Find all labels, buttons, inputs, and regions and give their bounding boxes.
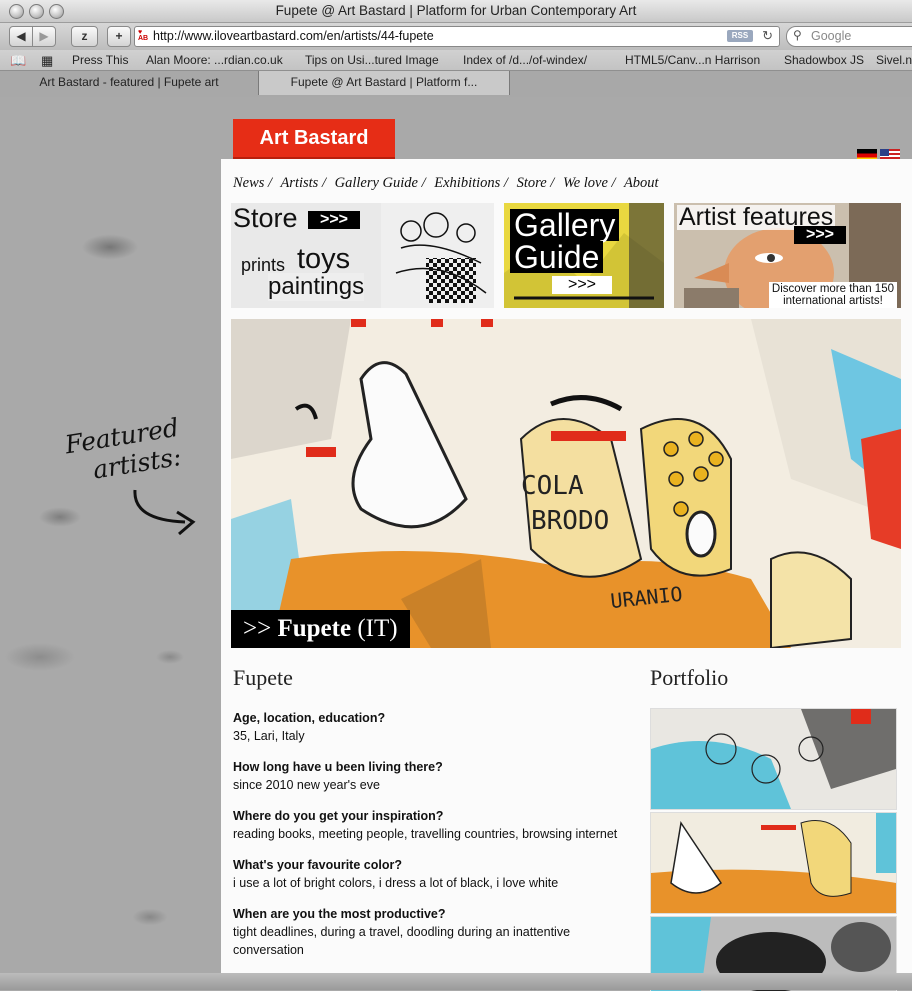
nav-artists[interactable]: Artists / — [280, 175, 326, 191]
address-bar[interactable]: ♥ AB http://www.iloveartbastard.com/en/ar… — [134, 26, 780, 47]
nav-news[interactable]: News / — [233, 175, 272, 191]
web-page: Featured artists: Art Bastard News / Art… — [0, 97, 912, 991]
search-icon: ⚲ — [793, 28, 802, 42]
tab-fupete[interactable]: Fupete @ Art Bastard | Platform f... — [259, 71, 510, 95]
top-sites-button[interactable]: z — [71, 26, 98, 47]
forward-button[interactable]: ▶ — [32, 26, 56, 47]
artist-features-arrows: >>> — [794, 226, 846, 244]
reload-icon[interactable]: ↻ — [762, 28, 773, 44]
nav-gallery-guide[interactable]: Gallery Guide / — [335, 175, 426, 191]
main-nav: News / Artists / Gallery Guide / Exhibit… — [233, 175, 664, 192]
browser-toolbar: ◀ ▶ z + ♥ AB http://www.iloveartbastard.c… — [0, 23, 912, 50]
svg-text:COLA: COLA — [521, 471, 584, 501]
bookmark-item[interactable]: Press This — [72, 53, 128, 67]
store-illustration — [381, 203, 494, 308]
bookmarks-bar: 📖 ▦ Press This Alan Moore: ...rdian.co.u… — [0, 50, 912, 71]
qa-item: Where do you get your inspiration? readin… — [233, 809, 618, 841]
top-sites-grid-icon[interactable]: ▦ — [41, 53, 53, 69]
nav-we-love[interactable]: We love / — [563, 175, 616, 191]
reading-list-icon[interactable]: 📖 — [10, 53, 26, 69]
url-text: http://www.iloveartbastard.com/en/artist… — [153, 29, 434, 43]
site-favicon-icon: ♥ AB — [138, 29, 149, 42]
rss-button[interactable]: RSS — [727, 30, 753, 42]
artist-features-caption: Discover more than 150 international art… — [768, 282, 897, 308]
back-button[interactable]: ◀ — [9, 26, 33, 47]
search-placeholder: Google — [811, 29, 852, 43]
qa-item: How long have u been living there? since … — [233, 760, 443, 792]
window-bottom-bar — [0, 973, 912, 990]
gallery-title-1: Gallery — [510, 209, 620, 241]
featured-artwork[interactable]: COLA BRODO URANIO >> Fupete (IT) — [231, 319, 901, 648]
window-titlebar: Fupete @ Art Bastard | Platform for Urba… — [0, 0, 912, 23]
portfolio-heading: Portfolio — [650, 665, 729, 690]
gallery-guide-promo[interactable]: Gallery Guide >>> — [504, 203, 664, 308]
gallery-arrows: >>> — [552, 276, 612, 294]
gallery-title-2: Guide — [510, 241, 604, 273]
store-promo[interactable]: Store >>> prints toys paintings — [231, 203, 494, 308]
store-paintings: paintings — [268, 273, 365, 301]
portfolio-thumb[interactable] — [650, 708, 897, 810]
bookmark-item[interactable]: Shadowbox JS — [784, 53, 864, 67]
qa-item: What's your favourite color? i use a lot … — [233, 858, 559, 890]
qa-item: When are you the most productive? tight d… — [233, 907, 571, 957]
svg-text:BRODO: BRODO — [531, 506, 609, 536]
curved-arrow-icon — [133, 489, 196, 536]
bookmark-item[interactable]: Index of /d.../of-windex/ — [463, 53, 587, 67]
bookmark-item[interactable]: Alan Moore: ...rdian.co.uk — [146, 53, 283, 67]
artwork-painting: COLA BRODO URANIO — [231, 319, 901, 648]
artist-caption: >> Fupete (IT) — [231, 610, 410, 648]
qa-item: Age, location, education? 35, Lari, Italy — [233, 711, 386, 743]
window-title: Fupete @ Art Bastard | Platform for Urba… — [275, 3, 637, 18]
bookmark-item[interactable]: HTML5/Canv...n Harrison — [625, 53, 760, 67]
add-bookmark-button[interactable]: + — [107, 26, 131, 47]
bookmark-item[interactable]: Sivel.n — [876, 53, 912, 67]
main-content: News / Artists / Gallery Guide / Exhibit… — [221, 159, 912, 991]
store-title: Store — [233, 203, 298, 233]
portfolio-thumb[interactable] — [650, 812, 897, 914]
store-arrows: >>> — [308, 211, 360, 229]
nav-exhibitions[interactable]: Exhibitions / — [434, 175, 508, 191]
tab-bar: Art Bastard - featured | Fupete art Fupe… — [0, 71, 912, 98]
artist-name-heading: Fupete — [233, 665, 293, 690]
site-logo[interactable]: Art Bastard — [233, 119, 395, 157]
nav-about[interactable]: About — [624, 175, 659, 191]
artist-features-promo[interactable]: Artist features >>> Discover more than 1… — [674, 203, 901, 308]
bookmark-item[interactable]: Tips on Usi...tured Image — [305, 53, 439, 67]
store-toys: toys — [297, 243, 351, 275]
tab-featured[interactable]: Art Bastard - featured | Fupete art — [0, 71, 259, 95]
search-field[interactable]: ⚲ Google — [786, 26, 912, 47]
nav-store[interactable]: Store / — [517, 175, 555, 191]
